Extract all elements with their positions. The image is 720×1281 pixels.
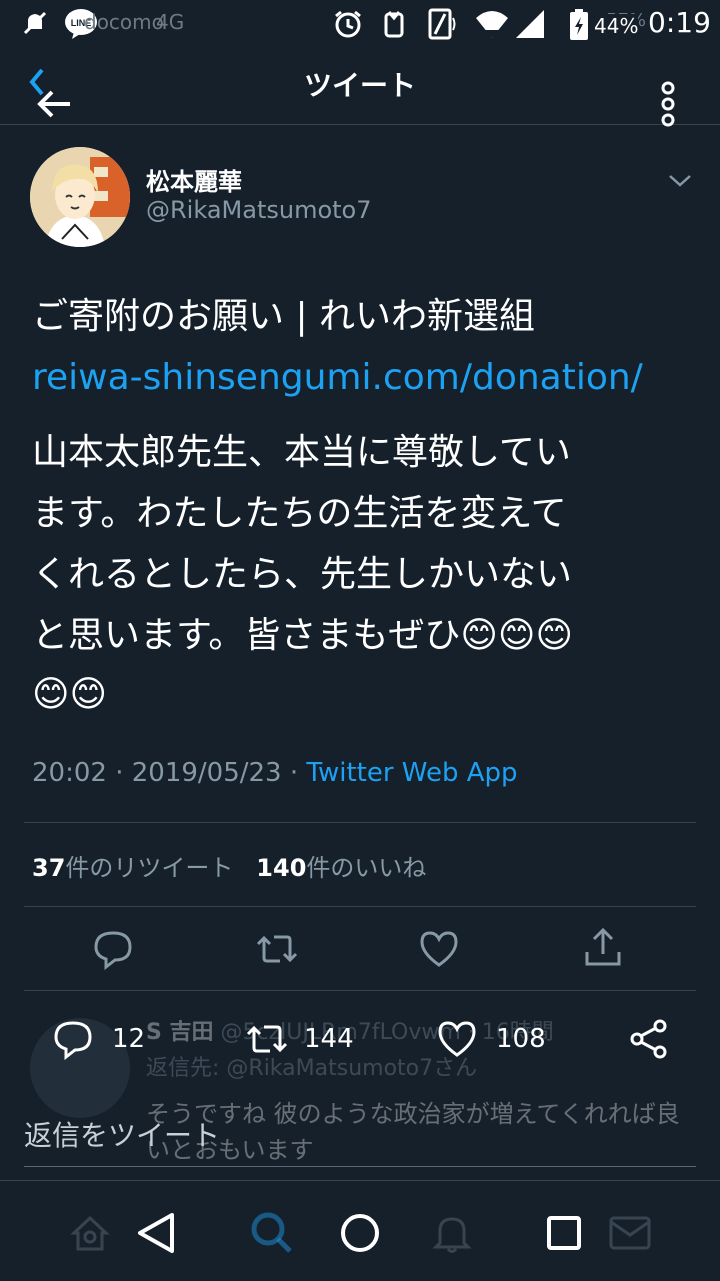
share-network-icon[interactable] <box>628 1018 670 1060</box>
page-title: ツイート <box>303 69 416 102</box>
clock: 0:19 <box>648 6 711 39</box>
more-vertical-icon[interactable] <box>650 80 686 128</box>
reply-count: 12 <box>112 1024 146 1054</box>
like-label: 件のいいね <box>306 854 427 882</box>
nfc-icon <box>426 8 460 45</box>
carrier-label: docomo <box>84 10 164 34</box>
reply-input[interactable]: 返信をツイート <box>24 1114 220 1154</box>
display-name[interactable]: 松本麗華 <box>146 162 242 197</box>
reply-icon[interactable] <box>92 928 134 970</box>
reply-icon[interactable] <box>52 1018 94 1060</box>
home-icon[interactable] <box>70 1213 110 1253</box>
user-handle[interactable]: @RikaMatsumoto7 <box>146 196 372 224</box>
tweet-source-link[interactable]: Twitter Web App <box>306 758 517 788</box>
tweet-body-line: くれるとしたら、先生しかいない <box>32 554 573 595</box>
tweet-body-line: 😊😊 <box>32 674 108 715</box>
top-app-bar: ツイート <box>0 50 720 128</box>
tweet-body-line: ます。わたしたちの生活を変えて <box>32 493 567 534</box>
signal-icon <box>514 8 546 45</box>
retweet-count: 37 <box>32 854 66 882</box>
chevron-down-icon[interactable] <box>664 168 696 192</box>
wifi-icon <box>474 8 510 45</box>
tweet-body-line: 山本太郎先生、本当に尊敬してい <box>32 432 571 473</box>
bottom-navigation <box>0 1180 720 1281</box>
meta-separator: · <box>289 758 299 788</box>
tweet-headline: ご寄附のお願い | れいわ新選組 <box>32 296 536 337</box>
system-back-icon[interactable] <box>134 1209 178 1257</box>
tweet-link[interactable]: reiwa-shinsengumi.com/donation/ <box>32 347 682 408</box>
share-icon[interactable] <box>582 926 624 968</box>
tweet-stats: 37件のリツイート 140件のいいね <box>32 848 426 883</box>
likes-stat[interactable]: 140件のいいね <box>256 854 426 882</box>
divider <box>24 906 696 907</box>
tweet-time: 20:02 <box>32 758 107 788</box>
divider <box>24 990 696 991</box>
like-count: 108 <box>496 1024 546 1054</box>
reply-author-name: S 吉田 <box>146 1020 214 1045</box>
retweets-stat[interactable]: 37件のリツイート <box>32 854 233 882</box>
divider <box>24 1166 696 1167</box>
system-recents-icon[interactable] <box>546 1215 582 1251</box>
reply-to-label: 返信先: @RikaMatsumoto7さん <box>146 1056 478 1081</box>
tweet-timestamp: 20:02 · 2019/05/23 · Twitter Web App <box>32 758 518 788</box>
status-bar: LINE docomo 4G 57% 44% 0:19 <box>0 0 720 50</box>
battery-percent: 44% <box>594 14 639 38</box>
notifications-bell-icon[interactable] <box>430 1211 474 1255</box>
tweet-date: 2019/05/23 <box>131 758 282 788</box>
retweet-icon[interactable] <box>244 1018 290 1060</box>
vibrate-icon <box>380 8 408 45</box>
mute-icon <box>20 8 50 43</box>
retweet-icon[interactable] <box>254 928 300 970</box>
avatar[interactable] <box>30 147 130 247</box>
like-icon[interactable] <box>436 1018 478 1060</box>
search-icon[interactable] <box>248 1209 296 1257</box>
retweet-count: 144 <box>304 1024 354 1054</box>
divider <box>24 822 696 823</box>
battery-icon <box>568 8 590 47</box>
system-home-icon[interactable] <box>338 1211 382 1255</box>
like-count: 140 <box>256 854 307 882</box>
network-label: 4G <box>156 10 185 34</box>
retweet-label: 件のリツイート <box>65 854 234 882</box>
alarm-icon <box>332 8 364 45</box>
like-icon[interactable] <box>418 928 460 970</box>
meta-separator: · <box>115 758 124 788</box>
reply-text: そうですね 彼のような政治家が増えてくれれば良いとおもいます <box>146 1100 680 1164</box>
messages-icon[interactable] <box>608 1213 652 1253</box>
tweet-body-line: と思います。皆さまもぜひ😊😊😊 <box>32 615 573 656</box>
